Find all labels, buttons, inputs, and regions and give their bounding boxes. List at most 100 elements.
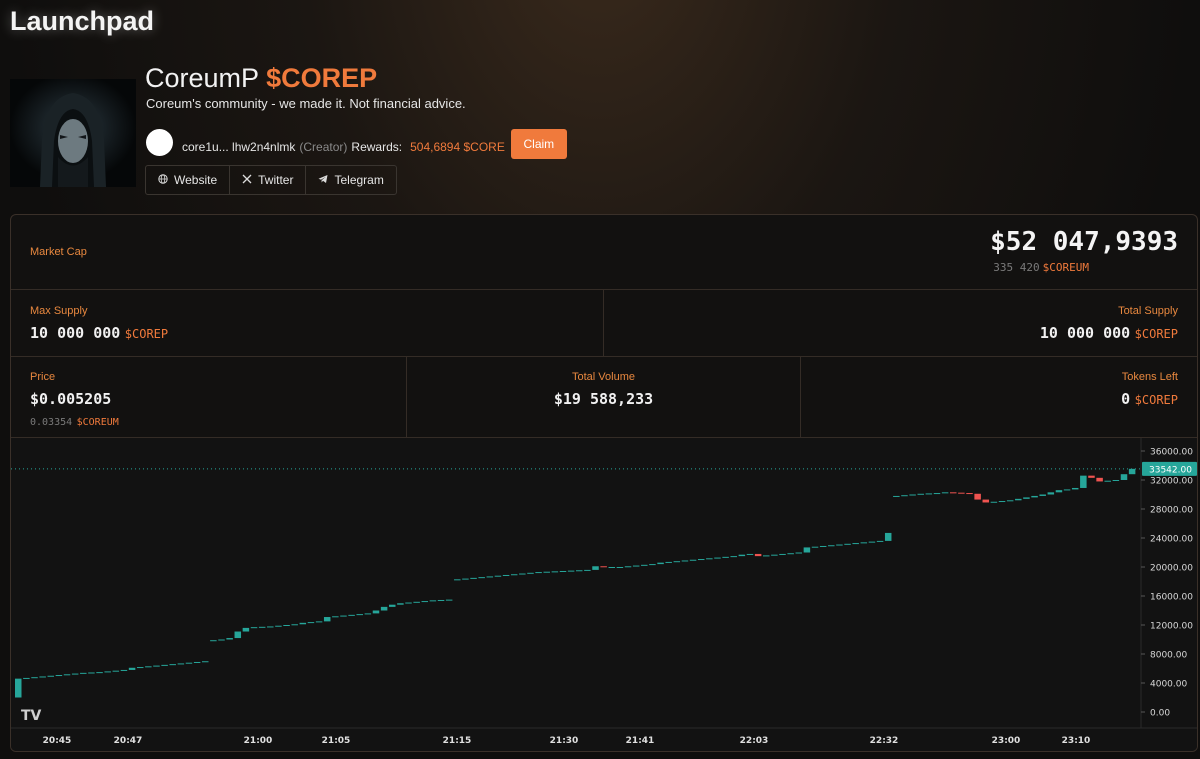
candle — [697, 559, 705, 561]
rewards-label: Rewards: — [351, 140, 403, 154]
candle — [941, 492, 949, 494]
candle — [1096, 477, 1103, 482]
candle — [88, 672, 95, 674]
candle — [909, 494, 916, 496]
market-cap-core-unit: $COREUM — [1042, 261, 1089, 274]
candle — [267, 626, 274, 628]
total-supply: 10 000 000 $COREP — [1040, 324, 1178, 343]
y-tick-label: 36000.00 — [1150, 448, 1193, 458]
max-supply-cell: Max Supply 10 000 000 $COREP — [11, 290, 604, 356]
candle — [868, 541, 876, 543]
max-supply-label: Max Supply — [30, 305, 88, 317]
x-tick-label: 20:47 — [114, 736, 143, 746]
claim-button[interactable]: Claim — [510, 129, 567, 159]
telegram-icon — [318, 174, 328, 187]
candle — [55, 675, 63, 677]
tokens-left-value: 0 — [1121, 390, 1131, 408]
candle — [445, 599, 453, 601]
candle — [738, 554, 746, 557]
volume-cell: Total Volume $19 588,233 — [407, 357, 801, 437]
candle — [584, 569, 591, 571]
y-tick-label: 28000.00 — [1150, 506, 1193, 516]
twitter-link-label: Twitter — [258, 173, 294, 187]
candle — [112, 670, 120, 672]
tradingview-logo-icon: TV — [21, 708, 42, 724]
telegram-link-label: Telegram — [334, 173, 384, 187]
candle — [397, 603, 404, 605]
volume-label: Total Volume — [572, 371, 635, 383]
candle — [860, 542, 868, 544]
candle — [153, 665, 160, 667]
x-tick-label: 22:03 — [740, 736, 769, 746]
candle — [746, 553, 754, 555]
candle — [543, 571, 550, 573]
creator-address[interactable]: core1u... lhw2n4nlmk — [182, 140, 295, 154]
max-supply-unit: $COREP — [124, 327, 169, 341]
candle — [795, 552, 803, 554]
y-tick-label: 24000.00 — [1150, 535, 1193, 545]
token-ticker: $COREP — [266, 63, 378, 93]
candle — [958, 492, 965, 494]
candle — [169, 664, 176, 666]
candle — [1112, 480, 1120, 481]
token-avatar-image — [10, 79, 136, 187]
candle — [494, 575, 502, 577]
candle — [283, 625, 290, 626]
y-tick-label: 32000.00 — [1150, 477, 1193, 487]
y-tick-label: 4000.00 — [1150, 680, 1187, 690]
candle — [714, 557, 721, 559]
candle — [901, 495, 908, 497]
candle — [63, 674, 71, 676]
candle — [177, 663, 185, 665]
candle — [649, 564, 656, 566]
candle — [966, 493, 973, 495]
token-name: CoreumP — [145, 63, 259, 93]
candle — [291, 624, 298, 626]
candle — [852, 543, 859, 545]
candle — [576, 570, 583, 572]
candle — [202, 661, 209, 663]
website-link-label: Website — [174, 173, 218, 187]
candle — [486, 576, 494, 578]
candle — [933, 493, 941, 495]
candle — [136, 667, 144, 669]
candle — [917, 493, 924, 495]
candle — [771, 554, 778, 556]
website-link[interactable]: Website — [146, 166, 231, 194]
y-tick-label: 0.00 — [1150, 709, 1170, 719]
telegram-link[interactable]: Telegram — [306, 166, 395, 194]
token-name-heading: CoreumP $COREP — [145, 63, 377, 94]
market-cap-label: Market Cap — [30, 246, 87, 258]
app-title: Launchpad — [10, 6, 155, 36]
y-tick-label: 16000.00 — [1150, 593, 1193, 603]
candle — [681, 560, 689, 562]
candle — [632, 565, 640, 567]
candle — [1055, 490, 1063, 493]
candle — [706, 558, 713, 560]
candle — [405, 602, 412, 604]
x-tick-label: 21:00 — [244, 736, 273, 746]
market-cap-row: Market Cap $52 047,9393 335 420 $COREUM — [11, 215, 1197, 290]
price-chart[interactable]: 36000.00 32000.00 28000.00 24000.00 20000.00… — [11, 438, 1197, 751]
creator-avatar[interactable] — [146, 128, 173, 156]
market-cap-core: 335 420 $COREUM — [993, 261, 1089, 274]
candle — [307, 622, 315, 624]
candle — [250, 627, 258, 629]
candle — [15, 678, 22, 698]
candle — [340, 615, 347, 617]
candle — [348, 614, 355, 616]
x-icon — [242, 174, 252, 187]
x-tick-label: 21:41 — [626, 736, 655, 746]
social-links: Website Twitter Telegram — [145, 165, 397, 195]
candle — [315, 621, 323, 623]
candle — [71, 673, 79, 675]
price-chart-svg[interactable]: 36000.00 32000.00 28000.00 24000.00 20000.00… — [11, 438, 1197, 751]
candle — [876, 540, 884, 542]
candle — [1015, 498, 1022, 501]
twitter-link[interactable]: Twitter — [230, 166, 307, 194]
max-supply: 10 000 000 $COREP — [30, 324, 168, 343]
candle — [616, 567, 624, 568]
tokens-left-label: Tokens Left — [1121, 371, 1178, 383]
price-value: $0.005205 — [30, 390, 112, 408]
candle — [950, 492, 957, 494]
